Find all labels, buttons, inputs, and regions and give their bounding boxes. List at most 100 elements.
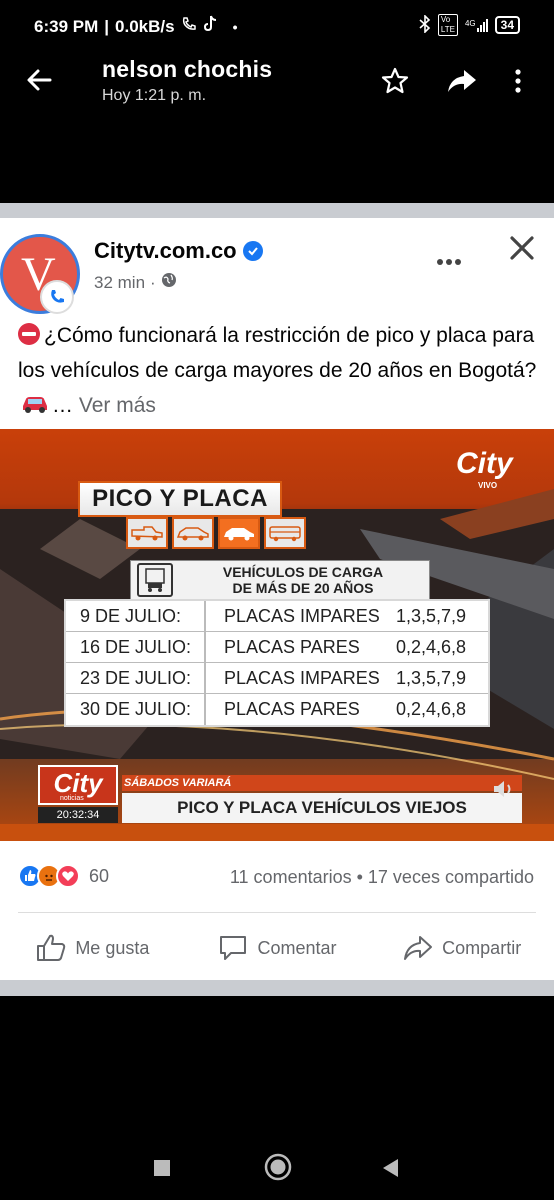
share-icon <box>404 936 433 960</box>
schedule-table: 9 DE JULIO: PLACAS IMPARES 1,3,5,7,9 16 … <box>64 599 490 727</box>
share-arrow-icon <box>448 70 476 92</box>
more-options-button[interactable] <box>508 66 528 96</box>
card-bottom-separator <box>0 980 554 996</box>
bus-type-icon <box>264 517 306 549</box>
status-left: 6:39 PM | 0.0kB/s • <box>34 15 237 38</box>
schedule-row: 9 DE JULIO: PLACAS IMPARES 1,3,5,7,9 <box>66 601 488 632</box>
taxi-type-icon <box>218 517 260 549</box>
post-body: ¿Cómo funcionará la restricción de pico … <box>18 324 537 382</box>
pico-placa-title-box: PICO Y PLACA <box>78 481 282 517</box>
recents-button[interactable] <box>152 1158 172 1183</box>
ellipsis-icon <box>437 259 461 265</box>
status-speed: 0.0kB/s <box>115 16 175 36</box>
page-subtitle: Hoy 1:21 p. m. <box>102 87 207 104</box>
like-button[interactable]: Me gusta <box>0 928 185 968</box>
status-time: 6:39 PM <box>34 16 99 36</box>
see-more-link[interactable]: Ver más <box>79 394 156 417</box>
city-vivo-label: VIVO <box>478 481 498 490</box>
mute-icon[interactable] <box>492 779 516 804</box>
home-button[interactable] <box>263 1152 293 1187</box>
cargo-heading-line2: DE MÁS DE 20 AÑOS <box>232 580 374 596</box>
battery-icon: 34 <box>494 16 520 34</box>
schedule-row: 23 DE JULIO: PLACAS IMPARES 1,3,5,7,9 <box>66 663 488 694</box>
like-label: Me gusta <box>75 937 150 958</box>
comment-button[interactable]: Comentar <box>185 928 370 968</box>
schedule-row: 16 DE JULIO: PLACAS PARES 0,2,4,6,8 <box>66 632 488 663</box>
system-nav-bar <box>0 1140 554 1200</box>
notification-dot-icon: • <box>232 18 238 35</box>
share-header-button[interactable] <box>446 66 476 96</box>
schedule-numbers: 0,2,4,6,8 <box>395 636 466 657</box>
reaction-count: 60 <box>89 865 110 886</box>
action-divider <box>18 912 536 913</box>
verified-badge-icon <box>242 241 263 261</box>
news-lower-third: City noticias 20:32:34 SÁBADOS VARIARÁ P… <box>38 759 522 825</box>
bluetooth-icon <box>419 13 431 36</box>
schedule-numbers: 1,3,5,7,9 <box>395 667 466 688</box>
reactions-summary[interactable]: 60 <box>18 864 109 888</box>
city-vivo-logo: City <box>456 447 513 480</box>
tiktok-icon <box>203 15 219 38</box>
comment-label: Comentar <box>257 937 337 958</box>
thumbs-up-icon <box>37 934 66 961</box>
schedule-plates: PLACAS IMPARES <box>224 605 380 626</box>
post-more-button[interactable] <box>436 242 462 273</box>
back-button[interactable] <box>24 64 56 96</box>
screen: 6:39 PM | 0.0kB/s • Vo LTE 4G 34 nelson … <box>0 0 554 1200</box>
cargo-heading-text: VEHÍCULOS DE CARGA DE MÁS DE 20 AÑOS <box>183 564 423 596</box>
network-type: 4G <box>464 18 476 28</box>
globe-icon <box>161 272 177 293</box>
pickup-truck-icon <box>126 517 168 549</box>
schedule-plates: PLACAS IMPARES <box>224 667 380 688</box>
cargo-truck-icon <box>137 563 173 597</box>
schedule-date: 30 DE JULIO: <box>66 694 206 725</box>
love-reaction-icon <box>56 864 80 888</box>
call-badge-icon <box>40 280 74 314</box>
star-icon <box>381 67 409 94</box>
schedule-row: 30 DE JULIO: PLACAS PARES 0,2,4,6,8 <box>66 694 488 725</box>
post-meta: 32 min · <box>94 272 177 293</box>
call-icon <box>181 16 197 37</box>
schedule-date: 16 DE JULIO: <box>66 632 206 662</box>
broadcast-time: 20:32:34 <box>38 807 118 823</box>
signal-icon: 4G <box>464 18 488 32</box>
car-icon <box>20 390 50 425</box>
post-time[interactable]: 32 min <box>94 273 145 293</box>
page-title: nelson chochis <box>102 56 273 82</box>
post-ellipsis: … <box>52 394 73 417</box>
share-label: Compartir <box>442 937 522 958</box>
star-button[interactable] <box>380 66 410 96</box>
cargo-heading: VEHÍCULOS DE CARGA DE MÁS DE 20 AÑOS <box>130 560 430 600</box>
square-icon <box>154 1160 170 1176</box>
post-image[interactable]: City VIVO PICO Y PLACA VEHÍCULOS DE CARG… <box>0 429 554 841</box>
schedule-plates: PLACAS PARES <box>224 699 360 719</box>
share-button[interactable]: Compartir <box>369 928 554 968</box>
card-top-separator <box>0 203 554 218</box>
home-circle-icon <box>264 1153 292 1181</box>
status-right: Vo LTE 4G 34 <box>419 13 520 36</box>
hide-post-button[interactable] <box>508 234 538 264</box>
status-separator: | <box>104 16 110 36</box>
comments-shares-stats[interactable]: 11 comentarios • 17 veces compartido <box>230 867 534 888</box>
page-name-text: Citytv.com.co <box>94 238 237 263</box>
car-type-icon <box>172 517 214 549</box>
page-name[interactable]: Citytv.com.co <box>94 238 263 264</box>
battery-level: 34 <box>500 18 514 32</box>
schedule-date: 23 DE JULIO: <box>66 663 206 693</box>
kebab-menu-icon <box>515 69 521 93</box>
noticias-label: noticias <box>60 795 84 802</box>
app-header: nelson chochis Hoy 1:21 p. m. <box>0 50 554 122</box>
system-back-button[interactable] <box>380 1157 400 1184</box>
cargo-heading-line1: VEHÍCULOS DE CARGA <box>222 564 384 580</box>
lower-third-headline: PICO Y PLACA VEHÍCULOS VIEJOS <box>122 793 522 823</box>
schedule-plates: PLACAS PARES <box>224 636 360 657</box>
post-actions: Me gusta Comentar Compartir <box>0 928 554 968</box>
arrow-left-icon <box>27 69 52 91</box>
volte-icon: Vo LTE <box>437 14 458 36</box>
schedule-date: 9 DE JULIO: <box>66 601 206 631</box>
status-bar: 6:39 PM | 0.0kB/s • Vo LTE 4G 34 <box>0 0 554 50</box>
no-entry-icon <box>18 323 40 345</box>
lower-third-subtitle: SÁBADOS VARIARÁ <box>122 775 522 791</box>
schedule-numbers: 0,2,4,6,8 <box>395 699 466 719</box>
close-icon <box>510 236 534 260</box>
